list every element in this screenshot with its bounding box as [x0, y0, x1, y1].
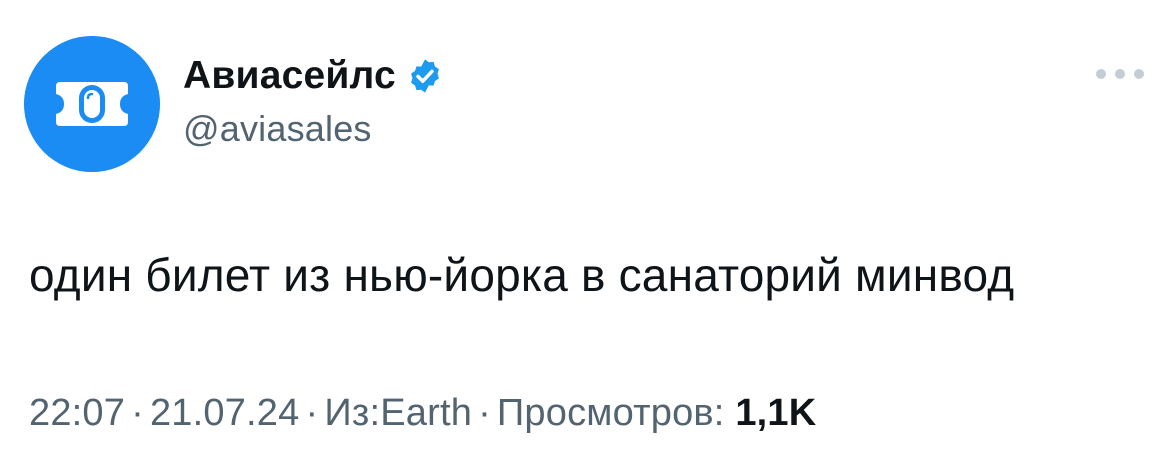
author-handle[interactable]: @aviasales	[183, 108, 372, 150]
aviasales-logo-icon	[24, 36, 160, 172]
author-name-row[interactable]: Авиасейлс	[183, 52, 444, 100]
tweet-location: Из:Earth	[324, 392, 473, 434]
avatar[interactable]	[24, 36, 160, 172]
meta-separator: ·	[131, 392, 144, 434]
tweet-meta: 22:07 · 21.07.24 · Из:Earth · Просмотров: 1,1K	[29, 392, 816, 435]
tweet-text: один билет из нью-йорка в санаторий минв…	[29, 249, 1015, 301]
meta-separator: ·	[305, 392, 319, 434]
more-dot	[1134, 69, 1144, 79]
views-count[interactable]: 1,1K	[735, 392, 816, 434]
author-display-name[interactable]: Авиасейлс	[183, 54, 396, 98]
tweet-time[interactable]: 22:07	[29, 392, 125, 434]
tweet-date[interactable]: 21.07.24	[150, 392, 300, 434]
tweet-card: Авиасейлс @aviasales один билет из нью-й…	[0, 0, 1170, 473]
verified-badge-icon	[406, 57, 444, 95]
more-dot	[1096, 69, 1106, 79]
views-label: Просмотров:	[496, 392, 725, 434]
more-dot	[1115, 69, 1125, 79]
more-options-icon[interactable]	[1096, 62, 1144, 86]
meta-separator: ·	[478, 392, 491, 434]
